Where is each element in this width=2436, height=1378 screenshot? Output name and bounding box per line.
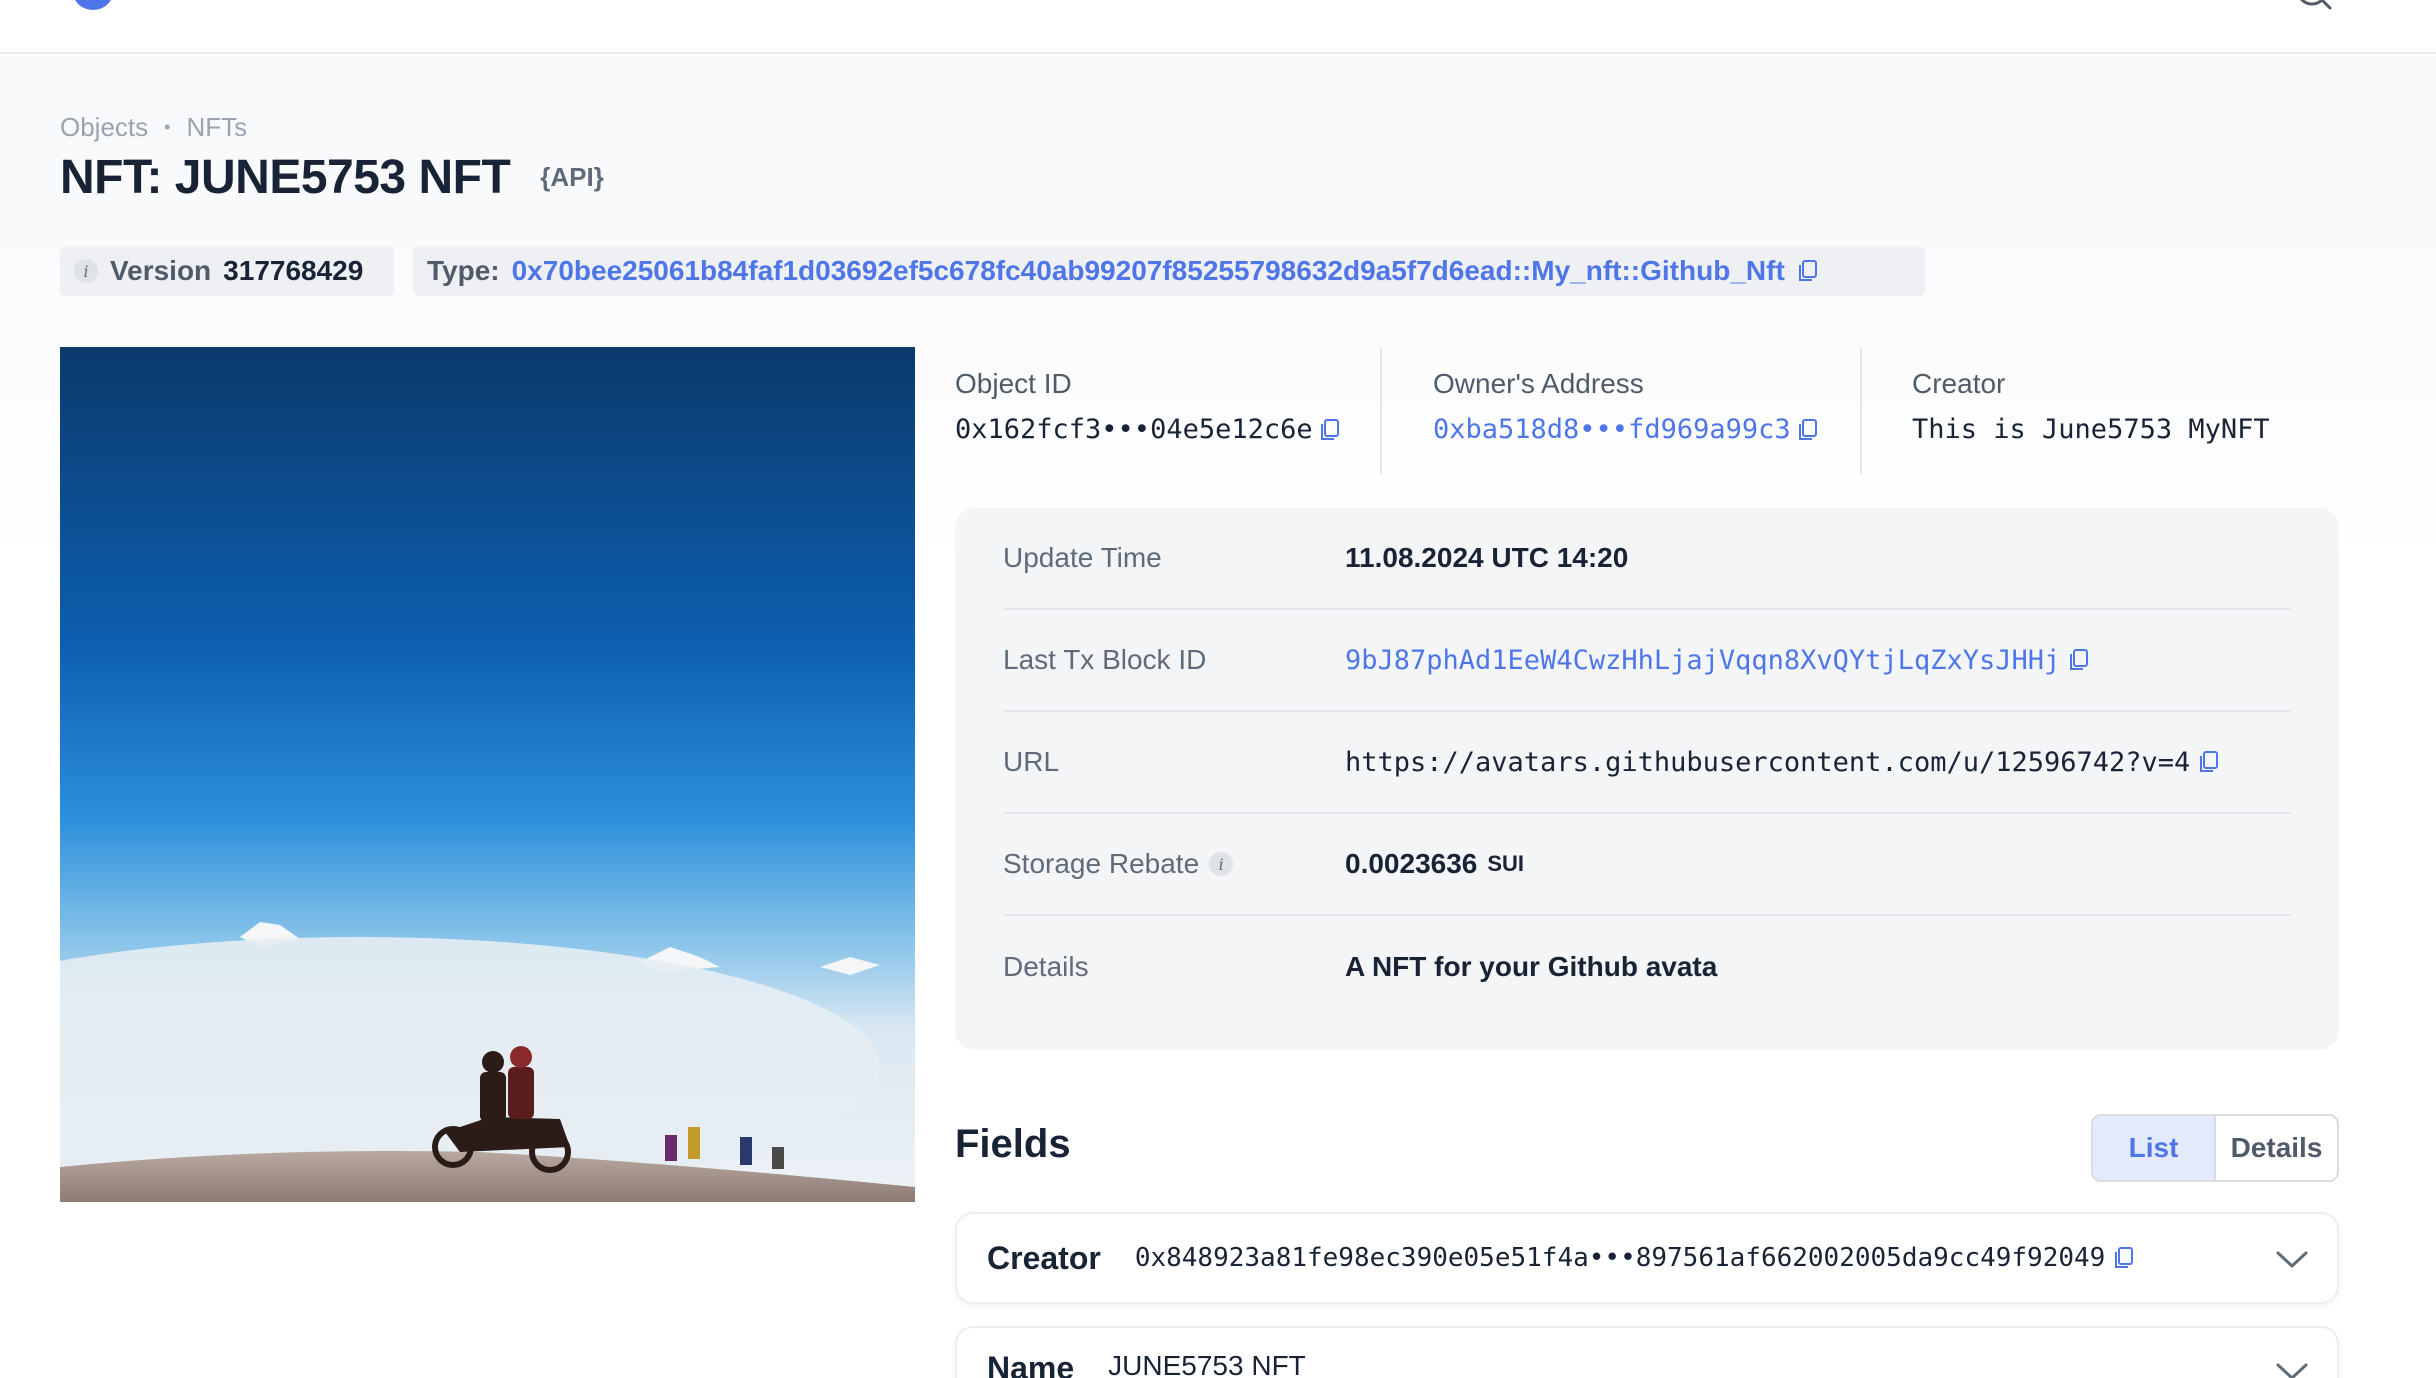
object-id-block: Object ID 0x162fcf3•••04e5e12c6e [955,368,1341,445]
sui-unit: SUI [1487,851,1525,876]
detail-row-details: Details A NFT for your Github avata [1003,916,2291,1018]
copy-icon[interactable] [2068,648,2090,672]
breadcrumb-separator: • [164,117,171,137]
url-value: https://avatars.githubusercontent.com/u/… [1345,747,2220,778]
list-view-button[interactable]: List [2093,1116,2216,1180]
breadcrumb-objects-link[interactable]: Objects [60,112,148,143]
details-label: Details [1003,951,1089,982]
owner-link[interactable]: 0xba518d8•••fd969a99c3 [1433,414,1791,445]
version-value: 317768429 [223,255,364,286]
detail-row-storage-rebate: Storage Rebate i 0.0023636 SUI [1003,814,2291,916]
field-card-name[interactable]: Name JUNE5753 NFT [955,1326,2339,1378]
field-value-text: 0x848923a81fe98ec390e05e51f4a•••897561af… [1134,1243,2106,1273]
details-view-button[interactable]: Details [2216,1116,2337,1180]
title-row: NFT: JUNE5753 NFT {API} [60,150,604,205]
breadcrumb-nfts-link[interactable]: NFTs [186,112,247,143]
url-label: URL [1003,746,1060,777]
object-id-text: 0x162fcf3•••04e5e12c6e [955,414,1313,445]
field-value-text: JUNE5753 NFT [1108,1350,1306,1378]
creator-value: This is June5753 MyNFT [1912,414,2270,445]
creator-block: Creator This is June5753 MyNFT [1912,368,2270,445]
field-name: Creator [987,1239,1101,1276]
version-pill: i Version 317768429 [60,246,394,296]
field-card-creator[interactable]: Creator 0x848923a81fe98ec390e05e51f4a•••… [955,1212,2339,1304]
breadcrumb: Objects • NFTs [60,112,247,143]
api-link[interactable]: {API} [540,162,604,193]
field-value: 0x848923a81fe98ec390e05e51f4a•••897561af… [1135,1243,2136,1273]
chevron-down-icon[interactable] [2275,1250,2309,1270]
divider [1860,348,1862,474]
owner-value: 0xba518d8•••fd969a99c3 [1433,414,1819,445]
storage-rebate-label: Storage Rebate i [1003,848,1345,880]
creator-label: Creator [1912,368,2006,399]
fields-heading: Fields [955,1122,1071,1166]
storage-rebate-text: Storage Rebate [1003,848,1200,879]
owner-block: Owner's Address 0xba518d8•••fd969a99c3 [1433,368,1819,445]
object-id-label: Object ID [955,368,1072,399]
owner-label: Owner's Address [1433,368,1644,399]
copy-icon[interactable] [2113,1246,2135,1270]
search-icon[interactable] [2294,0,2334,10]
info-icon[interactable]: i [1209,852,1234,876]
copy-icon[interactable] [1797,418,1819,442]
update-time-value: 11.08.2024 UTC 14:20 [1345,542,1629,573]
object-details-card: Update Time 11.08.2024 UTC 14:20 Last Tx… [955,508,2339,1050]
logo-icon[interactable] [70,0,116,12]
chevron-down-icon[interactable] [2275,1362,2309,1378]
update-time-label: Update Time [1003,542,1162,573]
copy-icon[interactable] [1319,418,1341,442]
divider [1380,348,1382,474]
version-label: Version [110,255,212,286]
last-tx-value: 9bJ87phAd1EeW4CwzHhLjajVqqn8XvQYtjLqZxYs… [1345,645,2090,676]
last-tx-label: Last Tx Block ID [1003,644,1207,675]
type-link[interactable]: 0x70bee25061b84faf1d03692ef5c678fc40ab99… [512,255,1785,287]
field-name: Name [987,1350,1075,1378]
type-pill: Type: 0x70bee25061b84faf1d03692ef5c678fc… [413,246,1925,296]
details-value: A NFT for your Github avata [1345,951,1718,982]
detail-row-update-time: Update Time 11.08.2024 UTC 14:20 [1003,508,2291,610]
copy-icon[interactable] [1797,259,1819,283]
object-id-value: 0x162fcf3•••04e5e12c6e [955,414,1341,445]
detail-row-url: URL https://avatars.githubusercontent.co… [1003,712,2291,814]
type-label: Type: [427,255,500,286]
nft-image[interactable] [60,347,915,1202]
detail-row-last-tx: Last Tx Block ID 9bJ87phAd1EeW4CwzHhLjaj… [1003,610,2291,712]
storage-rebate-value: 0.0023636 SUI [1345,848,1524,880]
url-text: https://avatars.githubusercontent.com/u/… [1345,746,2191,778]
fields-view-toggle: List Details [2091,1114,2339,1182]
page-title: NFT: JUNE5753 NFT [60,151,511,204]
storage-rebate-amount: 0.0023636 [1345,848,1478,879]
last-tx-link[interactable]: 9bJ87phAd1EeW4CwzHhLjajVqqn8XvQYtjLqZxYs… [1345,645,2060,676]
field-value: JUNE5753 NFT [1108,1350,1306,1378]
top-nav-bar [0,0,2436,54]
info-icon[interactable]: i [74,259,98,283]
copy-icon[interactable] [2198,750,2220,774]
